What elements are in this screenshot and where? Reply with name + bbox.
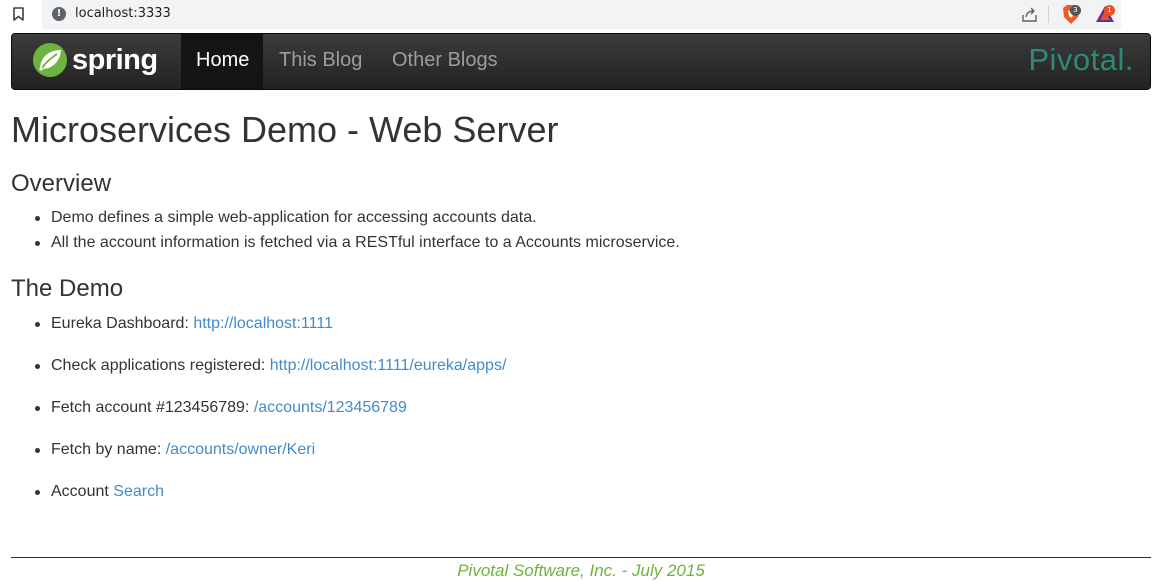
brand-name: spring [72,44,158,76]
brave-shield-badge: 3 [1070,5,1081,16]
list-item: Fetch by name: /accounts/owner/Keri [34,441,315,459]
top-navbar: spring Home This Blog Other Blogs Pivota… [11,33,1151,90]
nav-other-blogs[interactable]: Other Blogs [377,34,513,89]
item-label: Fetch by name: [51,441,166,458]
toolbar-edge [1121,0,1170,29]
eureka-apps-link[interactable]: http://localhost:1111/eureka/apps/ [270,357,507,374]
list-item: Check applications registered: http://lo… [34,357,507,375]
brave-rewards-badge: 1 [1104,5,1115,16]
item-label: Eureka Dashboard: [51,315,194,332]
item-label: Account [51,483,114,500]
share-icon[interactable] [1021,6,1038,23]
info-icon[interactable]: ! [52,7,66,21]
footer-divider [11,557,1151,558]
eureka-dashboard-link[interactable]: http://localhost:1111 [193,315,333,332]
account-search-link[interactable]: Search [113,483,164,500]
toolbar-divider [1048,6,1049,23]
address-bar[interactable] [42,0,1121,29]
bookmark-icon[interactable] [13,7,24,21]
item-label: Fetch account #123456789: [51,399,254,416]
browser-toolbar: ! localhost:3333 3 1 [0,0,1121,29]
fetch-by-name-link[interactable]: /accounts/owner/Keri [166,441,315,458]
list-item: Account Search [35,483,164,501]
demo-heading: The Demo [11,275,124,302]
list-item: Fetch account #123456789: /accounts/1234… [35,399,407,417]
item-label: Check applications registered: [51,357,270,374]
footer-text: Pivotal Software, Inc. - July 2015 [457,561,705,580]
nav-home[interactable]: Home [181,34,263,89]
overview-heading: Overview [11,170,112,197]
list-item: Eureka Dashboard: http://localhost:1111 [35,315,333,333]
page-title: Microservices Demo - Web Server [11,109,559,150]
list-item: Demo defines a simple web-application fo… [35,209,537,226]
pivotal-logo[interactable]: Pivotal. [1028,42,1134,78]
list-item: All the account information is fetched v… [35,234,680,251]
spring-leaf-icon [33,43,67,77]
fetch-account-link[interactable]: /accounts/123456789 [254,399,407,416]
spring-brand[interactable]: spring [32,42,182,82]
url-text[interactable]: localhost:3333 [75,6,171,21]
nav-this-blog[interactable]: This Blog [264,34,377,89]
